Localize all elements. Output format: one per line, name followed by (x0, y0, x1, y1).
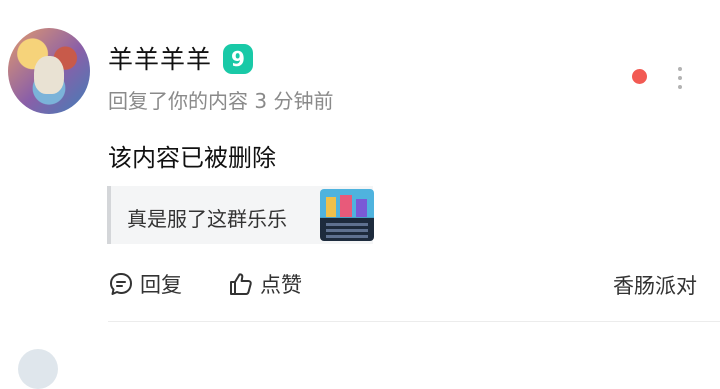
divider (108, 321, 720, 322)
like-button[interactable]: 点赞 (228, 269, 302, 299)
chat-bubble-icon (110, 273, 132, 295)
thumbs-up-icon (230, 273, 252, 295)
quoted-post[interactable]: 真是服了这群乐乐 (107, 186, 374, 244)
reply-label: 回复 (140, 273, 182, 297)
comment-content: 该内容已被删除 (108, 144, 276, 172)
more-vertical-icon[interactable] (672, 64, 688, 90)
like-label: 点赞 (260, 273, 302, 297)
source-community[interactable]: 香肠派对 (613, 270, 697, 300)
level-badge: 9 (223, 44, 253, 74)
unread-dot-icon (632, 69, 647, 84)
next-comment-avatar[interactable] (18, 349, 58, 389)
quoted-post-thumbnail (320, 189, 374, 241)
quoted-post-text: 真是服了这群乐乐 (127, 207, 287, 231)
reply-button[interactable]: 回复 (108, 269, 182, 299)
avatar[interactable] (8, 28, 90, 114)
username[interactable]: 羊羊羊羊 (108, 40, 212, 76)
avatar-figure (34, 56, 64, 94)
comment-meta: 回复了你的内容 3 分钟前 (108, 89, 334, 113)
